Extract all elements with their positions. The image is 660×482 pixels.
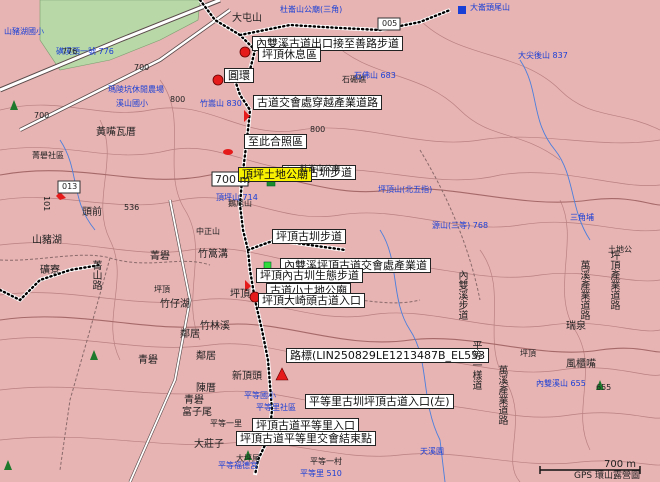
place-wanxi-road-b: 萬溪產業道路 <box>496 365 507 425</box>
map-credit: GPS 環山露營圖 <box>574 471 640 481</box>
elevation-700-b: 700 <box>34 111 50 120</box>
scale-label-bottom: 700 m <box>604 459 637 470</box>
place-jingshan-road: 菁山路 <box>90 260 101 290</box>
poi-zhusongshan: 竹嵩山 830 <box>200 99 242 108</box>
elevation-700-a: 700 <box>134 63 150 72</box>
road-sign-005: 005 <box>382 19 398 28</box>
label-photo-area[interactable]: 至此合照區 <box>244 134 307 149</box>
place-zhugaogou: 竹篙溝 <box>198 249 228 260</box>
place-pingding-a: 坪頂 <box>154 285 170 294</box>
elevation-655: 655 <box>596 383 612 392</box>
place-xindingtou: 新頂頭 <box>232 371 262 382</box>
place-ruiquan: 瑞泉 <box>566 321 586 332</box>
place-inner-shuangxi-trail: 內雙溪步道 <box>456 270 467 320</box>
poi-pingdeng-school: 平等國小 <box>244 391 276 400</box>
place-dazhuangzi: 大莊子 <box>194 439 224 450</box>
poi-maling-farm: 瑪陵坑休閒農場 <box>108 85 164 94</box>
label-roundabout[interactable]: 圓環 <box>224 68 254 83</box>
place-pingdeng-yili: 平等一里 <box>210 419 242 428</box>
place-shanzhuhu: 山豬湖 <box>32 235 62 246</box>
poi-tianxiyuan: 天溪園 <box>420 447 444 456</box>
place-qingque-a: 青礐 <box>138 355 158 366</box>
place-zhuzihu: 竹仔湖 <box>160 299 190 310</box>
label-inner-canal-eco-trail[interactable]: 坪頂內古圳生態步道 <box>256 268 363 283</box>
place-chencuo: 陳厝 <box>196 383 216 394</box>
label-waypoint-coordinates[interactable]: 路標(LIN250829LE1213487B_EL553 <box>286 348 490 363</box>
place-jingque: 菁礐 <box>150 251 170 262</box>
elevation-800-a: 800 <box>170 95 186 104</box>
poi-inner-shuangxi-mtn: 內雙溪山 655 <box>536 379 586 388</box>
poi-pingdeng-community: 平等里社區 <box>256 403 296 412</box>
poi-dulunshan-tri: 杜崙山公廟(三角) <box>280 5 343 14</box>
label-trail-crossing[interactable]: 古道交會處穿越產業道路 <box>253 95 382 110</box>
poi-pingdingshan-north: 坪頂山(北五指) <box>378 185 433 194</box>
place-jingque-community: 菁礐社區 <box>32 151 64 160</box>
elevation-800-b: 800 <box>310 125 326 134</box>
elevation-536: 536 <box>124 203 140 212</box>
label-pingdeng-end-point[interactable]: 坪頂古道平等里交會結束點 <box>236 431 376 446</box>
poi-pingdeng-510: 平等里 510 <box>300 469 342 478</box>
poi-shanzhuhu-school: 山豬湖國小 <box>4 27 44 36</box>
place-fengguizui: 風櫃嘴 <box>566 359 596 370</box>
label-pingding-rest-area[interactable]: 坪頂休息區 <box>258 47 321 62</box>
poi-xishan-school: 溪山國小 <box>116 99 148 108</box>
poi-sanjiaopu: 三角埔 <box>570 213 594 222</box>
place-linju-a: 鄰居 <box>180 329 200 340</box>
road-sign-013: 013 <box>62 182 78 191</box>
place-pingdeng-village: 平等一村 <box>310 457 342 466</box>
place-huangzui: 黃嘴瓦厝 <box>96 127 136 138</box>
place-zhongzhengshan: 中正山 <box>196 227 220 236</box>
poi-dingpingshan: 頂坪山 714 <box>216 193 258 202</box>
place-zhulinxi: 竹林溪 <box>200 321 230 332</box>
place-pingdeng-lane: 平等一樣道 <box>470 340 481 390</box>
place-pingding-b: 坪頂 <box>230 289 250 300</box>
label-pingding-canal-trail-b[interactable]: 坪頂古圳步道 <box>272 229 346 244</box>
label-dakitou-trail-entrance[interactable]: 坪頂大崎頭古道入口 <box>258 293 365 308</box>
place-kuangliao: 礦寮 <box>40 265 60 276</box>
label-pingdeng-canal-entrance[interactable]: 平等里古圳坪頂古道入口(左) <box>305 394 454 409</box>
place-dulunshan-temple: 杜崙山公廟 <box>300 164 340 173</box>
place-qingque-b: 青礐 <box>184 395 204 406</box>
poi-dajianhoushan: 大尖後山 837 <box>518 51 568 60</box>
place-wanxi-road-a: 萬溪產業道路 <box>578 260 589 320</box>
poi-shifoshan: 石佛山 683 <box>354 71 396 80</box>
map-canvas[interactable]: 內雙溪古道出口接至善路步道 坪頂休息區 圓環 古道交會處穿越產業道路 至此合照區… <box>0 0 660 482</box>
poi-dalun-peak: 大崙頭尾山 <box>470 3 510 12</box>
place-touqian: 頭前 <box>82 207 102 218</box>
place-pingding-c: 坪頂 <box>520 349 536 358</box>
poi-yuanshan: 源山(三等) 768 <box>432 221 489 230</box>
place-datunshan: 大屯山 <box>232 13 262 24</box>
scale-label-top: 700 m <box>215 173 251 186</box>
place-linju-b: 鄰居 <box>196 351 216 362</box>
place-pingding-industry-road: 坪頂產業道路 <box>608 250 619 310</box>
road-sign-101: 101 <box>42 196 51 212</box>
poi-pingdeng-fude-temple: 平等福德宮 <box>218 461 258 470</box>
elevation-776: 776 <box>62 47 78 56</box>
place-fuziwei: 富子尾 <box>182 407 212 418</box>
